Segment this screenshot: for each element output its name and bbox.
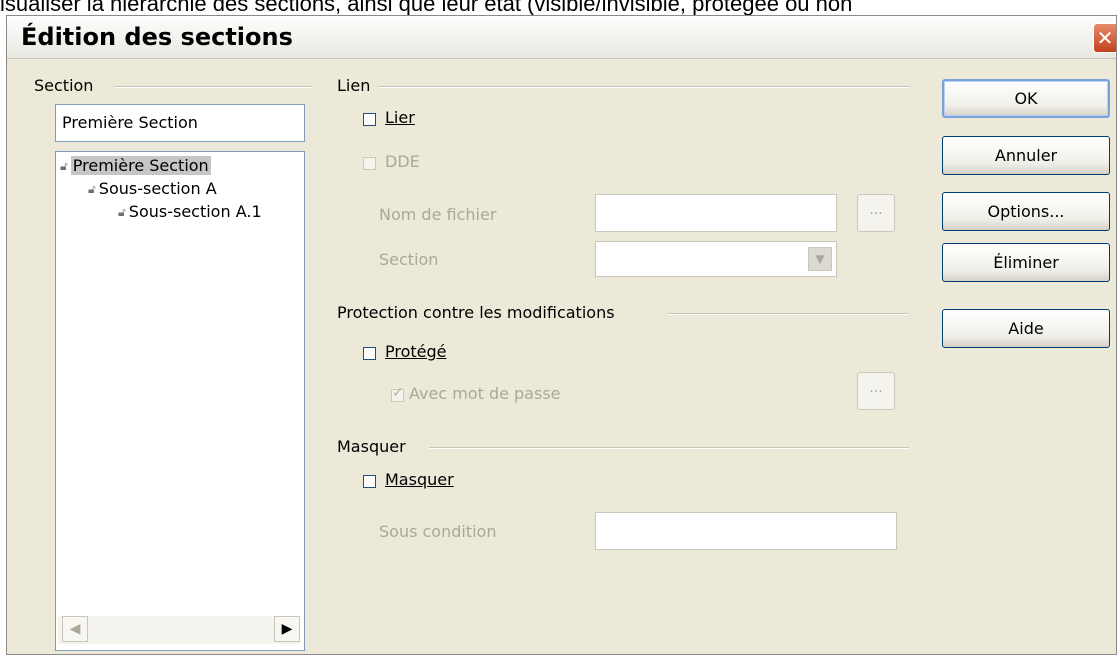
condition-input[interactable] (595, 512, 897, 550)
ok-button[interactable]: OK (942, 79, 1110, 118)
edit-sections-dialog: Édition des sections ✕ Section Première … (6, 15, 1117, 655)
lier-checkbox[interactable] (363, 113, 376, 126)
scroll-left-icon[interactable]: ◀ (62, 616, 88, 642)
lock-icon: 🔓︎ (118, 205, 126, 219)
dde-checkbox[interactable] (363, 157, 376, 170)
tree-item-sous-section-a1[interactable]: 🔓︎ Sous-section A.1 (118, 202, 300, 222)
section-name-input[interactable]: Première Section (55, 104, 305, 142)
password-button[interactable]: ... (857, 372, 895, 410)
masquer-checkbox[interactable] (363, 475, 376, 488)
tree-item-premiere-section[interactable]: 🔓︎ Première Section (60, 156, 211, 176)
protection-group-divider (667, 313, 909, 315)
lier-label[interactable]: Lier (385, 108, 415, 128)
password-checkbox[interactable] (391, 385, 404, 402)
section-group-divider (115, 86, 313, 88)
tree-item-sous-section-a[interactable]: 🔓︎ Sous-section A (88, 179, 217, 199)
cancel-button[interactable]: Annuler (942, 136, 1110, 175)
section-tree[interactable]: 🔓︎ Première Section 🔓︎ Sous-section A 🔓︎ So… (55, 151, 305, 651)
lock-icon: 🔓︎ (88, 182, 96, 196)
condition-label: Sous condition (379, 522, 497, 541)
chevron-down-icon[interactable]: ▼ (808, 247, 832, 271)
lock-icon: 🔓︎ (60, 159, 68, 173)
scroll-right-icon[interactable]: ▶ (274, 616, 300, 642)
close-button[interactable]: ✕ (1093, 23, 1116, 53)
section-group-label: Section (34, 76, 94, 95)
browse-file-button[interactable]: ... (857, 194, 895, 232)
help-button[interactable]: Aide (942, 309, 1110, 348)
password-label: Avec mot de passe (409, 384, 561, 403)
dialog-title: Édition des sections (21, 23, 293, 51)
protection-group-label: Protection contre les modifications (337, 303, 615, 322)
masquer-group-label: Masquer (337, 437, 406, 456)
lien-group-label: Lien (337, 76, 371, 95)
filename-label: Nom de fichier (379, 205, 497, 224)
title-bar[interactable]: Édition des sections ✕ (7, 16, 1116, 59)
section-select-label: Section (379, 250, 439, 269)
section-select[interactable]: ▼ (595, 241, 837, 277)
masquer-label[interactable]: Masquer (385, 470, 454, 490)
close-icon: ✕ (1096, 26, 1114, 50)
protege-checkbox[interactable] (363, 347, 376, 360)
filename-input[interactable] (595, 194, 837, 232)
tree-horizontal-scrollbar[interactable]: ◀ ▶ (58, 616, 300, 644)
protege-label[interactable]: Protégé (385, 342, 447, 362)
delete-button[interactable]: Éliminer (942, 243, 1110, 282)
options-button[interactable]: Options... (942, 192, 1110, 231)
masquer-group-divider (429, 447, 909, 449)
dde-label: DDE (385, 152, 420, 171)
lien-group-divider (379, 86, 909, 88)
